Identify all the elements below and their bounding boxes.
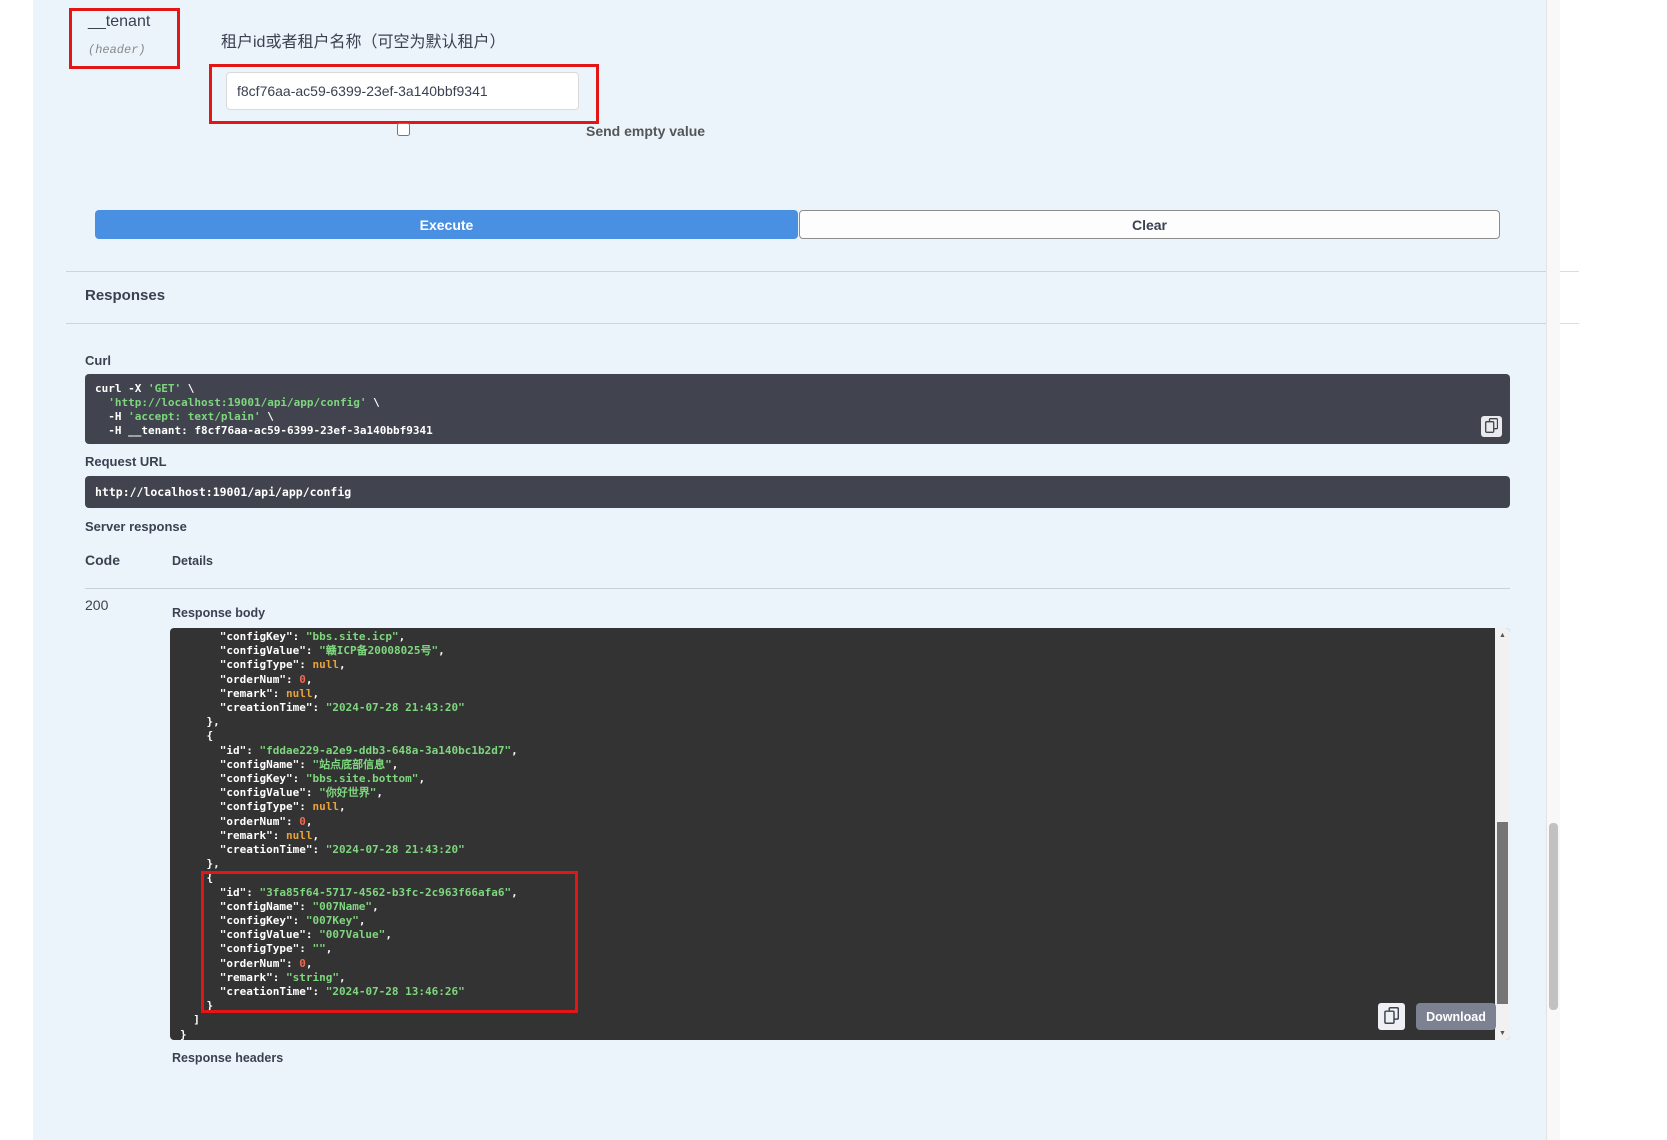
code-line: "id": "3fa85f64-5717-4562-b3fc-2c963f66a… — [180, 886, 1500, 900]
code-line: curl -X 'GET' \ — [95, 382, 1500, 396]
code-line: }, — [180, 857, 1500, 871]
curl-command-code: curl -X 'GET' \ 'http://localhost:19001/… — [95, 382, 1500, 438]
request-url-label: Request URL — [85, 454, 167, 469]
request-url-value: http://localhost:19001/api/app/config — [95, 485, 351, 499]
code-line: "remark": null, — [180, 687, 1500, 701]
send-empty-value-checkbox[interactable] — [397, 123, 410, 136]
response-body-scroll-thumb[interactable] — [1497, 822, 1508, 1004]
code-line: "configKey": "007Key", — [180, 914, 1500, 928]
server-response-label: Server response — [85, 519, 187, 534]
copy-curl-button[interactable] — [1481, 416, 1502, 437]
page-scrollbar-thumb[interactable] — [1549, 823, 1558, 1010]
code-line: "orderNum": 0, — [180, 957, 1500, 971]
curl-label: Curl — [85, 353, 111, 368]
scroll-down-icon[interactable]: ▼ — [1495, 1026, 1510, 1040]
code-line: "orderNum": 0, — [180, 815, 1500, 829]
code-line: "creationTime": "2024-07-28 21:43:20" — [180, 843, 1500, 857]
code-line: "remark": "string", — [180, 971, 1500, 985]
clipboard-icon — [1384, 1007, 1399, 1027]
code-line: "configType": null, — [180, 800, 1500, 814]
download-response-button[interactable]: Download — [1416, 1003, 1496, 1030]
code-line: -H __tenant: f8cf76aa-ac59-6399-23ef-3a1… — [95, 424, 1500, 438]
code-line: } — [180, 999, 1500, 1013]
responses-title: Responses — [85, 287, 165, 304]
code-line: "configType": "", — [180, 942, 1500, 956]
code-line: 'http://localhost:19001/api/app/config' … — [95, 396, 1500, 410]
code-line: { — [180, 729, 1500, 743]
page: __tenant (header) 租户id或者租户名称（可空为默认租户） Se… — [0, 0, 1667, 1140]
response-body-block: "configKey": "bbs.site.icp", "configValu… — [170, 628, 1510, 1040]
response-body-code: "configKey": "bbs.site.icp", "configValu… — [180, 630, 1500, 1040]
curl-command-block: curl -X 'GET' \ 'http://localhost:19001/… — [85, 374, 1510, 444]
clipboard-icon — [1485, 418, 1498, 436]
divider — [66, 271, 1579, 272]
parameter-description: 租户id或者租户名称（可空为默认租户） — [221, 28, 505, 52]
code-line: "creationTime": "2024-07-28 21:43:20" — [180, 701, 1500, 715]
code-line: "remark": null, — [180, 829, 1500, 843]
response-body-label: Response body — [172, 606, 265, 620]
execute-button[interactable]: Execute — [95, 210, 798, 239]
response-body-scrollbar[interactable]: ▲ ▼ — [1495, 628, 1510, 1040]
request-url-block: http://localhost:19001/api/app/config — [85, 476, 1510, 508]
code-line: } — [180, 1028, 1500, 1040]
code-line: "configName": "站点底部信息", — [180, 758, 1500, 772]
code-line: -H 'accept: text/plain' \ — [95, 410, 1500, 424]
code-line: "configValue": "你好世界", — [180, 786, 1500, 800]
code-line: ] — [180, 1013, 1500, 1027]
copy-response-button[interactable] — [1378, 1003, 1405, 1030]
details-column-header: Details — [172, 554, 213, 568]
send-empty-value-label: Send empty value — [586, 123, 705, 139]
table-header-divider — [85, 588, 1510, 589]
code-line: "configName": "007Name", — [180, 900, 1500, 914]
code-line: "configValue": "007Value", — [180, 928, 1500, 942]
code-line: { — [180, 871, 1500, 885]
code-line: "creationTime": "2024-07-28 13:46:26" — [180, 985, 1500, 999]
status-code: 200 — [85, 597, 108, 613]
code-column-header: Code — [85, 552, 120, 568]
code-line: "configValue": "赣ICP备20008025号", — [180, 644, 1500, 658]
code-line: "id": "fddae229-a2e9-ddb3-648a-3a140bc1b… — [180, 744, 1500, 758]
clear-button[interactable]: Clear — [799, 210, 1500, 239]
code-line: "configType": null, — [180, 658, 1500, 672]
code-line: "configKey": "bbs.site.icp", — [180, 630, 1500, 644]
operation-body: __tenant (header) 租户id或者租户名称（可空为默认租户） Se… — [33, 0, 1546, 1140]
parameter-name: __tenant — [88, 13, 150, 31]
scroll-up-icon[interactable]: ▲ — [1495, 628, 1510, 642]
tenant-value-input[interactable] — [226, 72, 579, 110]
code-line: }, — [180, 715, 1500, 729]
code-line: "configKey": "bbs.site.bottom", — [180, 772, 1500, 786]
divider — [66, 323, 1579, 324]
annotation-rect-tenant-param: __tenant (header) — [69, 8, 180, 69]
parameter-location: (header) — [88, 43, 146, 57]
response-headers-label: Response headers — [172, 1051, 283, 1065]
code-line: "orderNum": 0, — [180, 673, 1500, 687]
